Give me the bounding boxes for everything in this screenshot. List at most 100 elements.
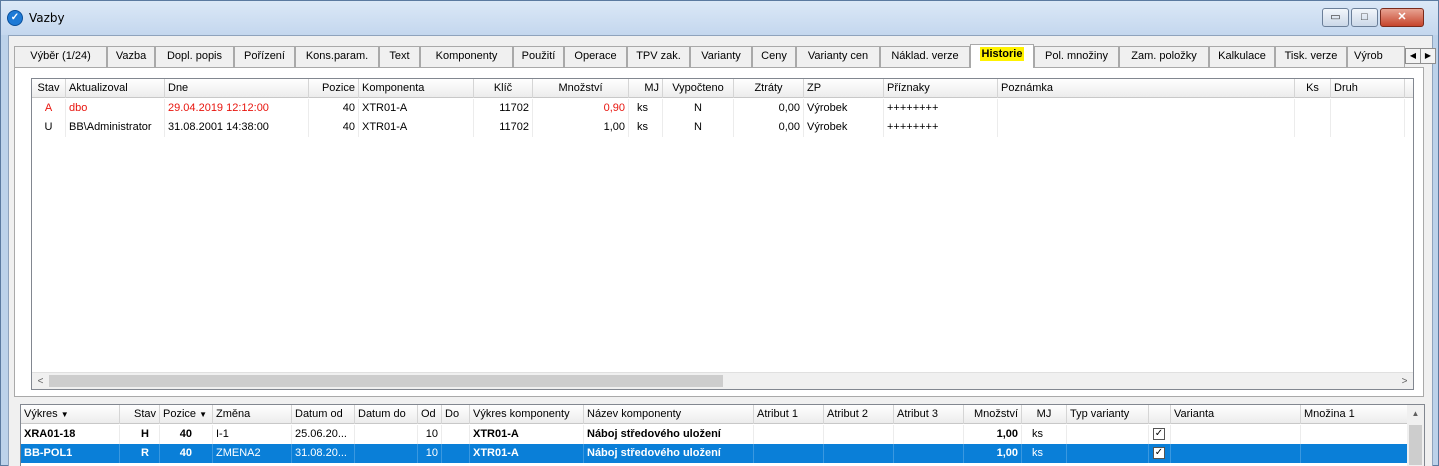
col-priznaky[interactable]: Příznaky <box>884 79 998 98</box>
vazby-window: ✓ Vazby ▭ □ ✕ Výběr (1/24) Vazba Dopl. p… <box>0 0 1439 466</box>
cell-od: 10 <box>418 444 442 463</box>
tab-scroll-right-icon[interactable]: ▶ <box>1420 48 1436 64</box>
tab-tisk-verze[interactable]: Tisk. verze <box>1275 46 1347 67</box>
checkbox-icon[interactable]: ✓ <box>1153 428 1165 441</box>
col-varianta[interactable]: Varianta <box>1171 405 1301 424</box>
history-grid[interactable]: Stav Aktualizoval Dne Pozice Komponenta … <box>31 78 1414 390</box>
table-row[interactable]: A dbo 29.04.2019 12:12:00 40 XTR01-A 117… <box>32 99 1413 118</box>
col-stav[interactable]: Stav <box>120 405 160 424</box>
sort-desc-icon: ▼ <box>60 410 69 419</box>
col-dne[interactable]: Dne <box>165 79 309 98</box>
tab-kons-param[interactable]: Kons.param. <box>295 46 379 67</box>
cell-vykres-komponenty: XTR01-A <box>470 425 584 444</box>
col-od[interactable]: Od <box>418 405 442 424</box>
col-vykres[interactable]: Výkres ▼ <box>21 405 120 424</box>
col-mnozstvi[interactable]: Množství <box>964 405 1022 424</box>
scrollbar-thumb[interactable] <box>1409 425 1422 465</box>
col-typ-varianty[interactable]: Typ varianty <box>1067 405 1149 424</box>
col-datum-do[interactable]: Datum do <box>355 405 418 424</box>
col-vykres-komponenty[interactable]: Výkres komponenty <box>470 405 584 424</box>
cell-priznaky: ++++++++ <box>884 118 998 137</box>
col-mj[interactable]: MJ <box>629 79 663 98</box>
history-grid-header: Stav Aktualizoval Dne Pozice Komponenta … <box>32 79 1413 98</box>
table-row-selected[interactable]: BB-POL1 R 40 ZMENA2 31.08.20... 10 XTR01… <box>21 444 1424 463</box>
tab-historie[interactable]: Historie <box>970 44 1034 68</box>
col-komponenta[interactable]: Komponenta <box>359 79 474 98</box>
cell-check[interactable]: ✓ <box>1149 425 1171 444</box>
tab-ceny[interactable]: Ceny <box>752 46 796 67</box>
cell-typ-varianty <box>1067 444 1149 463</box>
app-logo-icon: ✓ <box>7 10 23 26</box>
col-stav[interactable]: Stav <box>32 79 66 98</box>
col-ztraty[interactable]: Ztráty <box>734 79 804 98</box>
col-atribut-2[interactable]: Atribut 2 <box>824 405 894 424</box>
maximize-button[interactable]: □ <box>1351 8 1378 27</box>
col-druh[interactable]: Druh <box>1331 79 1405 98</box>
cell-vypocteno: N <box>663 99 734 118</box>
col-mnozina-1[interactable]: Množina 1 <box>1301 405 1409 424</box>
cell-mj: ks <box>629 118 663 137</box>
tab-varianty[interactable]: Varianty <box>690 46 752 67</box>
col-nazev-komponenty[interactable]: Název komponenty <box>584 405 754 424</box>
tab-dopl-popis[interactable]: Dopl. popis <box>155 46 234 67</box>
col-poznamka[interactable]: Poznámka <box>998 79 1295 98</box>
tab-kalkulace[interactable]: Kalkulace <box>1209 46 1275 67</box>
tab-komponenty[interactable]: Komponenty <box>420 46 513 67</box>
window-title: Vazby <box>29 11 65 25</box>
title-bar[interactable]: ✓ Vazby ▭ □ ✕ <box>1 1 1438 35</box>
cell-nazev-komponenty: Náboj středového uložení <box>584 444 754 463</box>
col-ks[interactable]: Ks <box>1295 79 1331 98</box>
cell-datum-do <box>355 444 418 463</box>
col-pozice[interactable]: Pozice ▼ <box>160 405 213 424</box>
tab-operace[interactable]: Operace <box>564 46 627 67</box>
vazby-vertical-scrollbar[interactable]: ▲ <box>1407 405 1424 466</box>
tab-vyber[interactable]: Výběr (1/24) <box>14 46 107 67</box>
scrollbar-thumb[interactable] <box>49 375 723 387</box>
history-horizontal-scrollbar[interactable]: < > <box>32 372 1413 389</box>
tab-scroll-left-icon[interactable]: ◀ <box>1405 48 1421 64</box>
tab-tpv-zak[interactable]: TPV zak. <box>627 46 690 67</box>
col-klic[interactable]: Klíč <box>474 79 533 98</box>
cell-dne: 29.04.2019 12:12:00 <box>165 99 309 118</box>
tab-strip: Výběr (1/24) Vazba Dopl. popis Pořízení … <box>14 44 1436 68</box>
table-row[interactable]: XRA01-18 H 40 I-1 25.06.20... 10 XTR01-A… <box>21 425 1424 444</box>
tab-naklad-verze[interactable]: Náklad. verze <box>880 46 970 67</box>
cell-vykres-komponenty: XTR01-A <box>470 444 584 463</box>
tab-varianty-cen[interactable]: Varianty cen <box>796 46 880 67</box>
scroll-left-icon[interactable]: < <box>32 373 49 389</box>
cell-stav: R <box>120 444 160 463</box>
cell-ztraty: 0,00 <box>734 118 804 137</box>
scroll-right-icon[interactable]: > <box>1396 373 1413 389</box>
cell-atribut-2 <box>824 425 894 444</box>
col-do[interactable]: Do <box>442 405 470 424</box>
tab-vyrob[interactable]: Výrob <box>1347 46 1405 67</box>
col-pozice[interactable]: Pozice <box>309 79 359 98</box>
cell-datum-do <box>355 425 418 444</box>
tab-zam-polozky[interactable]: Zam. položky <box>1119 46 1209 67</box>
col-mj[interactable]: MJ <box>1022 405 1067 424</box>
table-row[interactable]: U BB\Administrator 31.08.2001 14:38:00 4… <box>32 118 1413 137</box>
col-zmena[interactable]: Změna <box>213 405 292 424</box>
col-datum-od[interactable]: Datum od <box>292 405 355 424</box>
tab-text[interactable]: Text <box>379 46 420 67</box>
col-aktualizoval[interactable]: Aktualizoval <box>66 79 165 98</box>
col-atribut-1[interactable]: Atribut 1 <box>754 405 824 424</box>
col-mnozstvi[interactable]: Množství <box>533 79 629 98</box>
col-vypocteno[interactable]: Vypočteno <box>663 79 734 98</box>
cell-check[interactable]: ✓ <box>1149 444 1171 463</box>
close-button[interactable]: ✕ <box>1380 8 1424 27</box>
vazby-grid[interactable]: Výkres ▼ Stav Pozice ▼ Změna Datum od Da… <box>20 404 1425 466</box>
col-zp[interactable]: ZP <box>804 79 884 98</box>
cell-aktualizoval: dbo <box>66 99 165 118</box>
tab-pouziti[interactable]: Použití <box>513 46 564 67</box>
minimize-button[interactable]: ▭ <box>1322 8 1349 27</box>
tab-vazba[interactable]: Vazba <box>107 46 155 67</box>
tab-porizeni[interactable]: Pořízení <box>234 46 295 67</box>
scroll-up-icon[interactable]: ▲ <box>1407 405 1424 422</box>
cell-ks <box>1295 99 1331 118</box>
tab-pol-mnoziny[interactable]: Pol. množiny <box>1034 46 1119 67</box>
cell-od: 10 <box>418 425 442 444</box>
col-atribut-3[interactable]: Atribut 3 <box>894 405 964 424</box>
col-check[interactable] <box>1149 405 1171 424</box>
checkbox-icon[interactable]: ✓ <box>1153 447 1165 460</box>
